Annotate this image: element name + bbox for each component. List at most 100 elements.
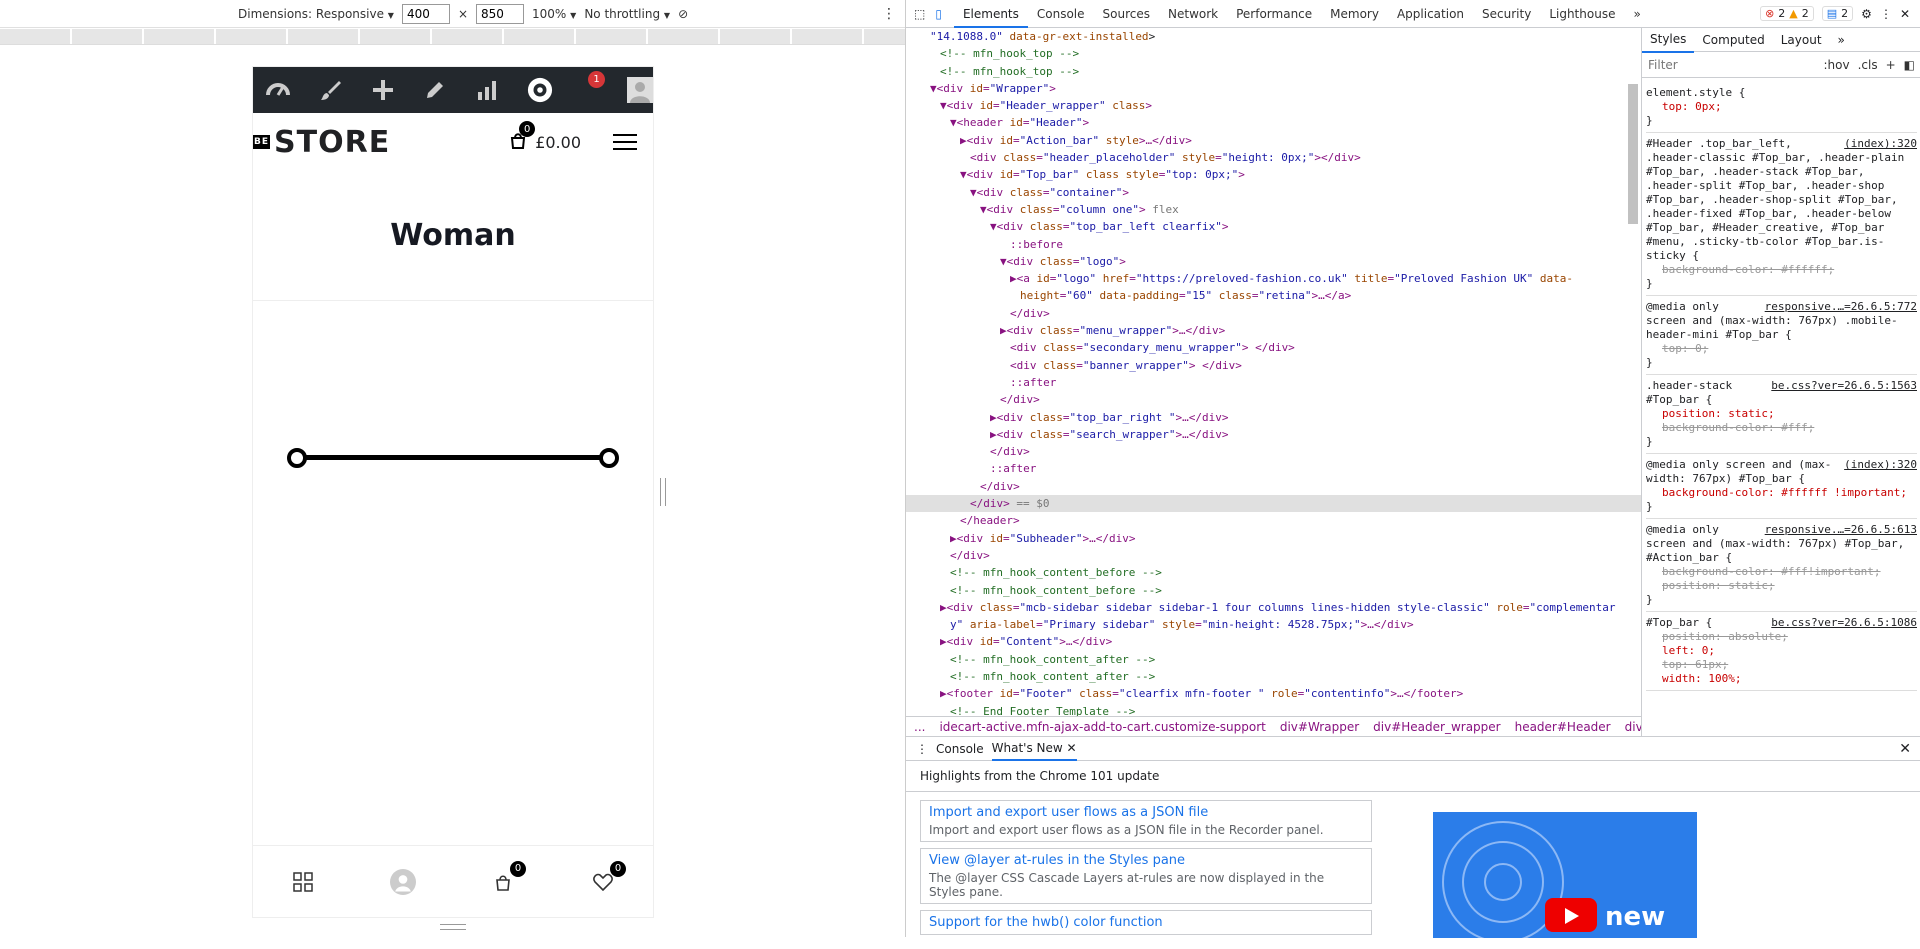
css-rule[interactable]: (index):320 #Header .top_bar_left, .heade… — [1646, 133, 1917, 296]
tab-elements[interactable]: Elements — [953, 0, 1028, 28]
css-property[interactable]: top: 0; — [1646, 342, 1917, 356]
dom-node-line[interactable]: ▶<div class="mcb-sidebar sidebar sidebar… — [906, 599, 1641, 616]
dom-node-line[interactable]: ▶<div id="Subheader">…</div> — [906, 530, 1641, 547]
sidebar-toggle-icon[interactable]: ◧ — [1904, 58, 1915, 72]
messages-counter[interactable]: ▤ 2 — [1821, 6, 1854, 21]
dom-node-line[interactable]: <!-- mfn_hook_content_after --> — [906, 651, 1641, 668]
drawer-menu-icon[interactable]: ⋮ — [916, 742, 928, 756]
dom-node-line[interactable]: </header> — [906, 512, 1641, 529]
dom-node-line[interactable]: ::after — [906, 374, 1641, 391]
close-devtools-icon[interactable]: ✕ — [1900, 7, 1910, 21]
gear-icon[interactable] — [527, 77, 553, 103]
dom-node-line[interactable]: ▶<a id="logo" href="https://preloved-fas… — [906, 270, 1641, 287]
css-property[interactable]: background-color: #ffffff; — [1646, 263, 1917, 277]
dom-node-line[interactable]: ▶<div class="top_bar_right ">…</div> — [906, 409, 1641, 426]
dom-node-line[interactable]: <!-- mfn_hook_content_before --> — [906, 564, 1641, 581]
plus-icon[interactable] — [371, 77, 395, 103]
issues-counter[interactable]: ⊗ 2 ▲ 2 — [1760, 6, 1814, 21]
media-query-ruler[interactable] — [0, 29, 905, 45]
tab-console[interactable]: Console — [1028, 0, 1094, 28]
account-avatar-icon[interactable] — [390, 868, 416, 895]
tab-performance[interactable]: Performance — [1227, 0, 1321, 28]
breadcrumb-item[interactable]: idecart-active.mfn-ajax-add-to-cart.cust… — [939, 720, 1265, 734]
dom-node-line[interactable]: ▶<div id="Action_bar" style>…</div> — [906, 132, 1641, 149]
dom-node-line[interactable]: </div> — [906, 443, 1641, 460]
breadcrumb-item[interactable]: ... — [914, 720, 925, 734]
dom-node-line[interactable]: ▼<div class="top_bar_left clearfix"> — [906, 218, 1641, 235]
tab-computed[interactable]: Computed — [1694, 28, 1772, 52]
bottom-resize-handle[interactable] — [440, 924, 466, 930]
dom-node-line[interactable]: </div> — [906, 547, 1641, 564]
dom-node-line[interactable]: ▼<div class="container"> — [906, 184, 1641, 201]
css-property[interactable]: top: 61px; — [1646, 658, 1917, 672]
dom-node-line[interactable]: ::before — [906, 236, 1641, 253]
play-button-icon[interactable] — [1545, 898, 1597, 932]
dimensions-dropdown[interactable]: Dimensions: Responsive ▼ — [238, 7, 394, 21]
drawer-tab-console[interactable]: Console — [936, 742, 984, 756]
css-rule[interactable]: be.css?ver=26.6.5:1563 .header-stack #Top… — [1646, 375, 1917, 454]
stats-icon[interactable] — [475, 77, 499, 103]
tab-security[interactable]: Security — [1473, 0, 1540, 28]
dom-node-line[interactable]: <div class="secondary_menu_wrapper"> </d… — [906, 339, 1641, 356]
css-property[interactable]: position: absolute; — [1646, 630, 1917, 644]
whats-new-card[interactable]: Support for the hwb() color function — [920, 910, 1372, 935]
rule-source-link[interactable]: responsive.…=26.6.5:772 — [1765, 300, 1917, 314]
zoom-dropdown[interactable]: 100% ▼ — [532, 7, 576, 21]
wishlist-heart-icon[interactable]: 0 — [590, 860, 626, 895]
dom-node-line[interactable]: </div> == $0 — [906, 495, 1641, 513]
dom-node-line[interactable]: ▼<div class="column one"> flex — [906, 201, 1641, 218]
slider-max-handle[interactable] — [599, 448, 619, 468]
css-property[interactable]: left: 0; — [1646, 644, 1917, 658]
menu-icon[interactable] — [613, 134, 637, 150]
dom-tree[interactable]: "14.1088.0" data-gr-ext-installed> <!-- m… — [906, 28, 1641, 716]
css-property[interactable]: width: 100%; — [1646, 672, 1917, 686]
dom-node-line[interactable]: <!-- mfn_hook_content_after --> — [906, 668, 1641, 685]
bottom-cart-icon[interactable]: 0 — [490, 860, 526, 895]
promo-video-thumbnail[interactable]: new — [1433, 812, 1697, 938]
dashboard-icon[interactable] — [265, 77, 291, 103]
slider-min-handle[interactable] — [287, 448, 307, 468]
css-rule[interactable]: (index):320 @media only screen and (max-w… — [1646, 454, 1917, 519]
dom-node-line[interactable]: ▶<footer id="Footer" class="clearfix mfn… — [906, 685, 1641, 702]
tab-layout[interactable]: Layout — [1773, 28, 1830, 52]
dom-node-line[interactable]: <div class="banner_wrapper"> </div> — [906, 357, 1641, 374]
card-title[interactable]: Import and export user flows as a JSON f… — [929, 805, 1363, 820]
dom-node-line[interactable]: ▼<div id="Wrapper"> — [906, 80, 1641, 97]
brush-icon[interactable] — [319, 77, 343, 103]
dom-node-line[interactable]: height="60" data-padding="15" class="ret… — [906, 287, 1641, 304]
more-options-icon[interactable]: ⋮ — [882, 6, 896, 22]
avatar[interactable] — [627, 77, 653, 103]
rotate-icon[interactable]: ⊘ — [678, 7, 688, 21]
breadcrumb-item[interactable]: div#Top_bar — [1625, 720, 1641, 734]
whats-new-card[interactable]: View @layer at-rules in the Styles pane … — [920, 848, 1372, 904]
rule-source-link[interactable]: responsive.…=26.6.5:613 — [1765, 523, 1917, 537]
filter-input[interactable]: Filter — [1648, 58, 1678, 72]
device-toggle-icon[interactable]: ▯ — [935, 7, 942, 21]
more-tabs-icon[interactable]: » — [1624, 0, 1649, 28]
css-property[interactable]: position: static; — [1646, 407, 1917, 421]
cls-toggle[interactable]: .cls — [1858, 58, 1878, 72]
settings-gear-icon[interactable]: ⚙ — [1861, 7, 1872, 21]
css-rules[interactable]: element.style {top: 0px;} (index):320 #Hea… — [1642, 78, 1920, 691]
tab-memory[interactable]: Memory — [1321, 0, 1388, 28]
devtools-menu-icon[interactable]: ⋮ — [1880, 7, 1892, 21]
css-property[interactable]: top: 0px; — [1646, 100, 1917, 114]
dom-node-line[interactable]: ▶<div id="Content">…</div> — [906, 633, 1641, 650]
tab-application[interactable]: Application — [1388, 0, 1473, 28]
css-rule[interactable]: responsive.…=26.6.5:772 @media only scree… — [1646, 296, 1917, 375]
edit-icon[interactable] — [423, 77, 447, 103]
tab-lighthouse[interactable]: Lighthouse — [1540, 0, 1624, 28]
dom-node-line[interactable]: ▼<div id="Top_bar" class style="top: 0px… — [906, 166, 1641, 183]
card-title[interactable]: View @layer at-rules in the Styles pane — [929, 853, 1363, 868]
shop-grid-icon[interactable] — [290, 869, 316, 895]
notifications-icon[interactable]: 1 — [581, 71, 605, 103]
css-property[interactable]: background-color: #ffffff !important; — [1646, 486, 1917, 500]
dom-node-line[interactable]: ▼<div class="logo"> — [906, 253, 1641, 270]
css-property[interactable]: background-color: #fff; — [1646, 421, 1917, 435]
dom-node-line[interactable]: <!-- mfn_hook_top --> — [906, 63, 1641, 80]
dom-node-line[interactable]: y" aria-label="Primary sidebar" style="m… — [906, 616, 1641, 633]
close-drawer-icon[interactable]: ✕ — [1899, 741, 1911, 757]
site-logo[interactable]: BE STORE — [253, 125, 390, 160]
dom-node-line[interactable]: ▶<div class="search_wrapper">…</div> — [906, 426, 1641, 443]
dom-node-line[interactable]: ▼<header id="Header"> — [906, 114, 1641, 131]
